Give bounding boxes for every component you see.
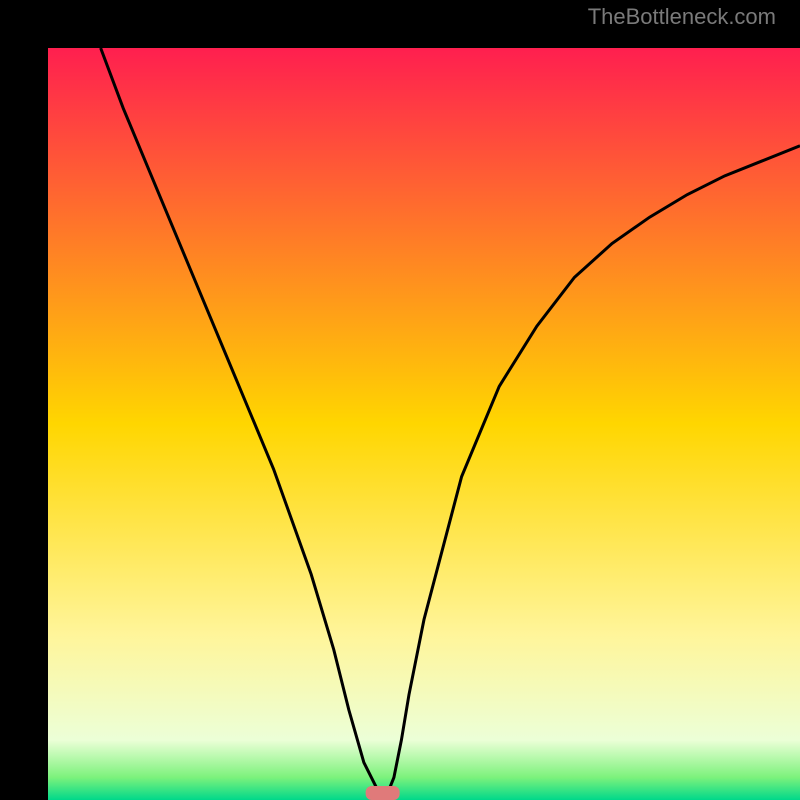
chart-frame xyxy=(0,0,800,800)
chart-svg xyxy=(48,48,800,800)
optimal-marker xyxy=(366,786,400,800)
gradient-background xyxy=(48,48,800,800)
watermark-text: TheBottleneck.com xyxy=(588,4,776,30)
plot-area xyxy=(48,48,800,800)
